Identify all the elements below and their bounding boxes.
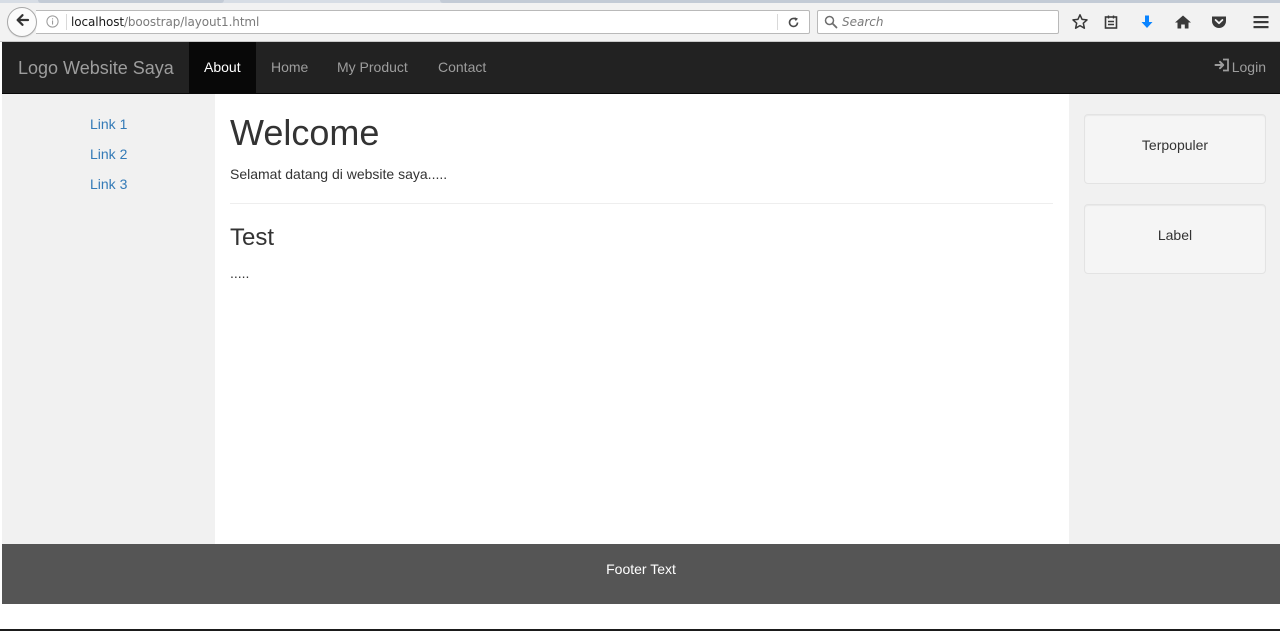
browser-toolbar: localhost/boostrap/layout1.html [0,0,1280,42]
pocket-icon[interactable] [1209,12,1229,32]
well-label: Label [1084,204,1266,274]
download-icon[interactable] [1137,12,1157,32]
url-path: /boostrap/layout1.html [123,15,260,29]
sidebar-link-2[interactable]: Link 2 [90,146,127,162]
reading-list-icon[interactable] [1101,12,1121,32]
url-text[interactable]: localhost/boostrap/layout1.html [71,15,259,29]
back-arrow-icon [14,12,30,33]
nav-item-about[interactable]: About [189,42,256,93]
divider [230,203,1053,204]
site-footer: Footer Text [2,544,1280,604]
url-separator [66,14,67,30]
section-text: ..... [230,265,250,281]
url-host: localhost [71,15,124,29]
browser-tab[interactable] [440,0,1280,3]
left-sidebar: Link 1 Link 2 Link 3 [2,94,215,544]
search-input[interactable] [842,14,1052,30]
site-navbar: Logo Website Saya About Home My Product … [2,42,1280,94]
star-icon[interactable] [1070,12,1090,32]
list-item: Link 1 [90,116,127,146]
search-icon [824,15,838,34]
footer-text: Footer Text [606,561,676,577]
sidebar-link-1[interactable]: Link 1 [90,116,127,132]
well-terpopuler: Terpopuler [1084,114,1266,184]
reload-separator [777,14,778,30]
page-title: Welcome [230,112,380,153]
address-bar[interactable]: localhost/boostrap/layout1.html [36,10,810,34]
home-icon[interactable] [1173,12,1193,32]
info-icon[interactable] [46,15,59,33]
section-heading: Test [230,224,275,251]
site-brand[interactable]: Logo Website Saya [18,58,174,78]
nav-item-my-product[interactable]: My Product [322,42,423,93]
browser-search-box[interactable] [817,10,1059,34]
list-item: Link 2 [90,146,127,176]
main-content: Welcome Selamat datang di website saya..… [215,94,1069,544]
nav-item-home[interactable]: Home [256,42,323,93]
browser-tab[interactable] [38,0,224,3]
intro-text: Selamat datang di website saya..... [230,166,448,182]
right-sidebar: Terpopuler Label [1069,94,1280,544]
menu-icon[interactable] [1251,12,1271,32]
reload-icon[interactable] [784,14,802,30]
sidebar-link-3[interactable]: Link 3 [90,176,127,192]
list-item: Link 3 [90,176,127,206]
login-link[interactable]: Login [1214,42,1266,93]
login-icon [1214,42,1230,93]
sidebar-link-list: Link 1 Link 2 Link 3 [90,116,127,206]
login-label: Login [1231,59,1266,75]
back-button[interactable] [7,7,37,37]
nav-item-contact[interactable]: Contact [423,42,501,93]
